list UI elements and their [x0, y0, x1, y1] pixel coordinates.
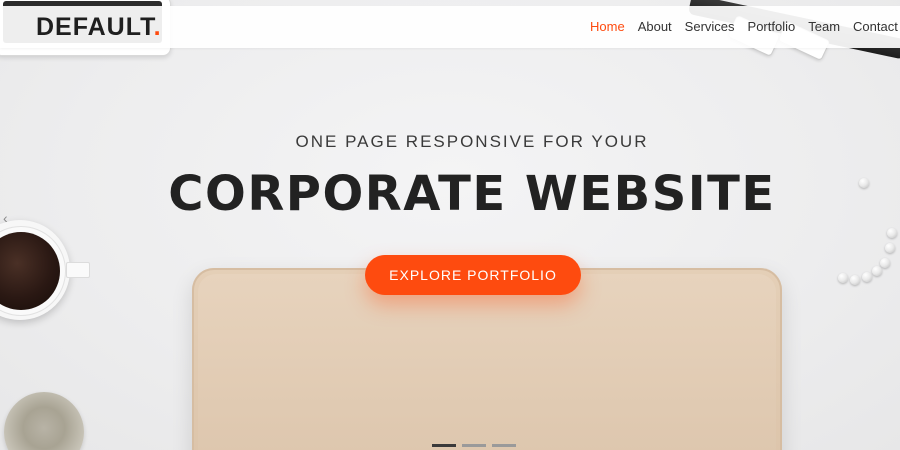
brand-logo[interactable]: DEFAULT.: [36, 13, 162, 42]
slider-dot[interactable]: [462, 444, 486, 447]
nav-item-about[interactable]: About: [638, 19, 672, 34]
laptop-image: [192, 268, 782, 450]
nav-item-services[interactable]: Services: [685, 19, 735, 34]
cup-handle-decoration: [66, 262, 90, 278]
slider-pagination: [432, 444, 516, 447]
brand-dot: .: [153, 13, 162, 41]
explore-portfolio-button[interactable]: EXPLORE PORTFOLIO: [365, 255, 581, 295]
slider-dot[interactable]: [432, 444, 456, 447]
laptop-lid: [198, 274, 776, 450]
hero-section: DEFAULT. Home About Services Portfolio T…: [0, 0, 900, 450]
top-navbar: DEFAULT. Home About Services Portfolio T…: [0, 6, 900, 48]
nav-item-contact[interactable]: Contact: [853, 19, 898, 34]
brand-name: DEFAULT: [36, 13, 154, 41]
hero-title: CORPORATE WEBSITE: [168, 166, 776, 222]
main-nav: Home About Services Portfolio Team Conta…: [590, 19, 900, 34]
flower-decoration: [4, 392, 84, 450]
nav-item-portfolio[interactable]: Portfolio: [748, 19, 796, 34]
nav-item-home[interactable]: Home: [590, 19, 625, 34]
slider-dot[interactable]: [492, 444, 516, 447]
hero-subtitle: ONE PAGE RESPONSIVE FOR YOUR: [295, 132, 649, 151]
nav-item-team[interactable]: Team: [808, 19, 840, 34]
chevron-left-icon[interactable]: ‹: [3, 210, 17, 226]
